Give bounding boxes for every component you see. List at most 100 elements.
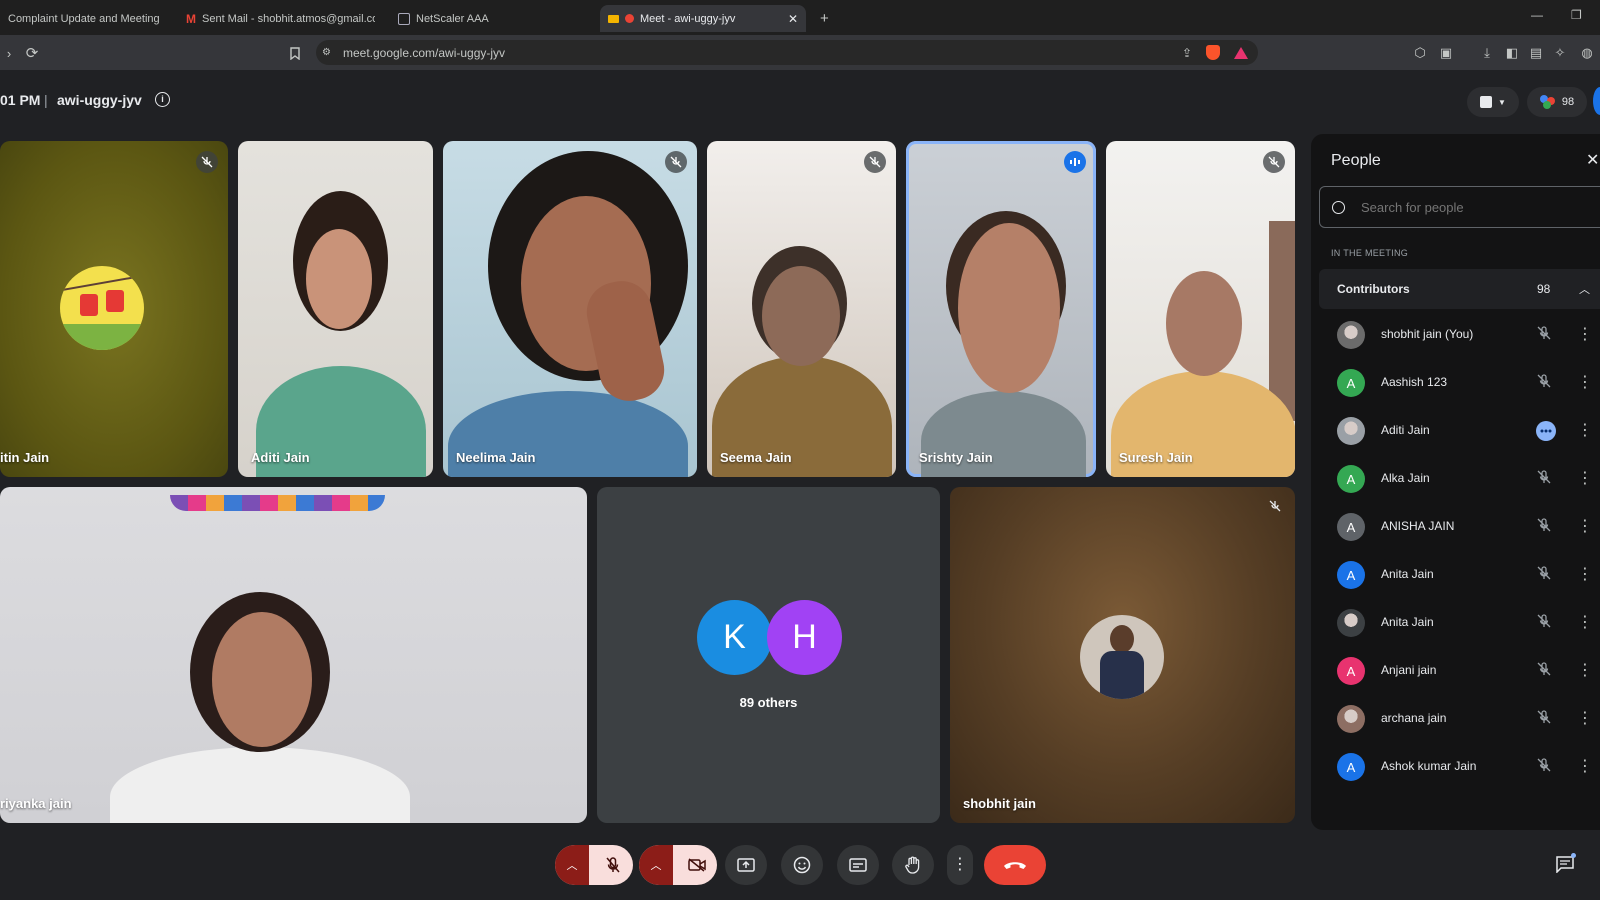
participant-tile-speaking[interactable]: Srishty Jain [906, 141, 1096, 477]
more-vert-icon[interactable]: ⋮ [1577, 372, 1593, 392]
forward-icon[interactable]: › [0, 44, 18, 62]
chat-notification-dot [1571, 853, 1576, 858]
activities-button[interactable] [1593, 87, 1600, 115]
more-vert-icon[interactable]: ⋮ [1577, 324, 1593, 344]
mic-options-button[interactable]: ︿ [555, 845, 589, 885]
reactions-button[interactable] [781, 845, 823, 885]
tab-title: NetScaler AAA [416, 12, 489, 25]
participant-tile[interactable]: itin Jain [0, 141, 228, 477]
more-vert-icon[interactable]: ⋮ [1577, 420, 1593, 440]
browser-tab-meet[interactable]: Meet - awi-uggy-jyv ✕ [600, 5, 806, 32]
participant-row[interactable]: Aditi Jain ⋮ [1311, 407, 1600, 455]
mic-off-icon [1536, 325, 1556, 345]
plus-icon: + [820, 10, 829, 27]
participant-row[interactable]: Anita Jain ⋮ [1311, 599, 1600, 647]
people-search-field[interactable] [1319, 186, 1600, 228]
others-tile[interactable]: K H 89 others [597, 487, 940, 823]
curtain [1269, 221, 1295, 421]
people-count-button[interactable]: 98 [1527, 87, 1587, 117]
speaking-indicator-icon [1064, 151, 1086, 173]
gmail-icon: M [186, 11, 196, 26]
brave-rewards-icon[interactable] [1234, 46, 1248, 59]
more-vert-icon[interactable]: ⋮ [1577, 564, 1593, 584]
participant-row[interactable]: A Ashok kumar Jain ⋮ [1311, 743, 1600, 791]
address-bar[interactable]: ⚙ meet.google.com/awi-uggy-jyv ⇪ [316, 40, 1258, 65]
section-label: IN THE MEETING [1331, 248, 1409, 258]
more-vert-icon[interactable]: ⋮ [1577, 660, 1593, 680]
browser-tab-netscaler[interactable]: NetScaler AAA [390, 5, 590, 32]
captions-button[interactable] [837, 845, 879, 885]
participant-tile[interactable]: Aditi Jain [238, 141, 433, 477]
participant-tile[interactable]: Suresh Jain [1106, 141, 1295, 477]
close-tab-icon[interactable]: ✕ [788, 12, 798, 26]
participant-tile[interactable]: Neelima Jain [443, 141, 697, 477]
participant-tile[interactable]: riyanka jain [0, 487, 587, 823]
person-face [958, 223, 1060, 393]
more-vert-icon[interactable]: ⋮ [1577, 516, 1593, 536]
new-tab-button[interactable]: + [812, 5, 838, 32]
participant-row[interactable]: A Anjani jain ⋮ [1311, 647, 1600, 695]
close-icon[interactable]: ✕ [1586, 150, 1599, 170]
leo-icon[interactable]: ▤ [1527, 44, 1545, 62]
search-input[interactable] [1359, 198, 1583, 216]
participant-row[interactable]: A Aashish 123 ⋮ [1311, 359, 1600, 407]
camera-options-button[interactable]: ︿ [639, 845, 673, 885]
more-options-button[interactable]: ⋮ [947, 845, 973, 885]
avatar-photo [1337, 321, 1365, 349]
participant-name: Aditi Jain [1381, 423, 1430, 437]
avatar [1080, 615, 1164, 699]
browser-tab[interactable]: Complaint Update and Meeting [0, 5, 175, 32]
chevron-up-icon[interactable]: ︿ [1579, 281, 1590, 297]
present-button[interactable] [725, 845, 767, 885]
mic-off-icon [1269, 499, 1281, 517]
browser-tab-gmail[interactable]: M Sent Mail - shobhit.atmos@gmail.com [178, 5, 383, 32]
search-icon [1332, 200, 1345, 214]
ai-icon[interactable]: ✧ [1551, 44, 1569, 62]
group-label: Contributors [1337, 282, 1410, 296]
participant-row[interactable]: shobhit jain (You) ⋮ [1311, 311, 1600, 359]
meet-icon [625, 14, 634, 23]
wallet-icon[interactable]: ▣ [1437, 44, 1455, 62]
info-icon[interactable]: i [155, 92, 170, 107]
participant-row[interactable]: A ANISHA JAIN ⋮ [1311, 503, 1600, 551]
maximize-icon[interactable]: ❐ [1571, 8, 1582, 22]
brave-shield-icon[interactable] [1206, 45, 1220, 60]
mic-control-group[interactable]: ︿ [555, 845, 633, 885]
mic-off-icon [1536, 373, 1556, 393]
extension-icon[interactable]: ⬡ [1411, 44, 1429, 62]
panel-title: People [1331, 152, 1381, 169]
raise-hand-button[interactable] [892, 845, 934, 885]
mic-off-button[interactable] [593, 845, 633, 885]
share-icon[interactable]: ⇪ [1182, 46, 1192, 60]
leave-call-button[interactable] [984, 845, 1046, 885]
chevron-down-icon: ▼ [1498, 97, 1506, 107]
participant-row[interactable]: archana jain ⋮ [1311, 695, 1600, 743]
avatar-photo [1337, 705, 1365, 733]
reload-icon[interactable]: ⟳ [23, 44, 41, 62]
chat-button[interactable] [1555, 853, 1577, 877]
browser-tab-bar: Complaint Update and Meeting M Sent Mail… [0, 0, 1600, 35]
contributors-header[interactable]: Contributors 98 ︿ [1319, 269, 1600, 309]
site-settings-icon[interactable]: ⚙ [322, 47, 331, 58]
participant-tile[interactable]: Seema Jain [707, 141, 896, 477]
camera-off-button[interactable] [677, 845, 717, 885]
participant-tile[interactable]: shobhit jain [950, 487, 1295, 823]
participant-name: Alka Jain [1381, 471, 1430, 485]
sidebar-icon[interactable]: ◧ [1503, 44, 1521, 62]
vpn-icon[interactable]: ◍ [1578, 44, 1596, 62]
more-vert-icon[interactable]: ⋮ [1577, 756, 1593, 776]
minimize-icon[interactable]: — [1531, 8, 1543, 22]
camera-control-group[interactable]: ︿ [639, 845, 717, 885]
bookmark-icon[interactable] [286, 44, 304, 62]
download-icon[interactable]: ⤓ [1478, 44, 1496, 62]
avatar: A [1337, 369, 1365, 397]
meeting-code: awi-uggy-jyv [57, 92, 142, 108]
more-vert-icon[interactable]: ⋮ [1577, 468, 1593, 488]
more-vert-icon[interactable]: ⋮ [1577, 708, 1593, 728]
participant-name: Anita Jain [1381, 615, 1434, 629]
present-icon [737, 858, 755, 872]
participant-row[interactable]: A Anita Jain ⋮ [1311, 551, 1600, 599]
more-vert-icon[interactable]: ⋮ [1577, 612, 1593, 632]
participant-row[interactable]: A Alka Jain ⋮ [1311, 455, 1600, 503]
host-controls-button[interactable]: ▼ [1467, 87, 1519, 117]
